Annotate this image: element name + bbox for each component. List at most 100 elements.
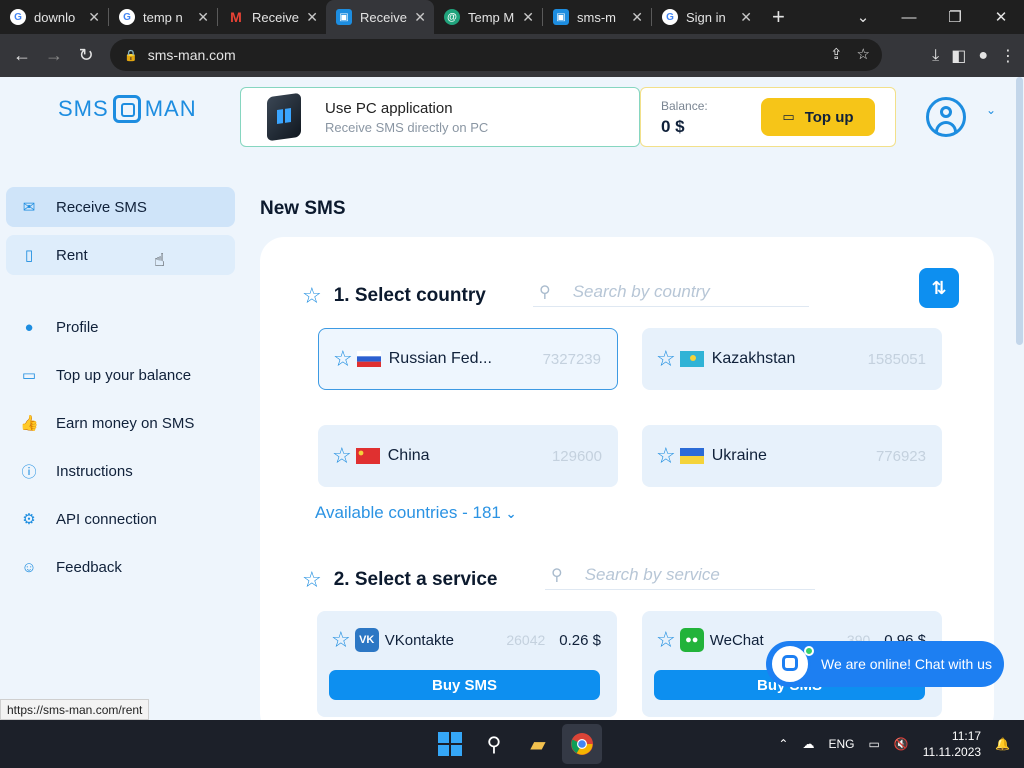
- country-card-russia[interactable]: ☆ Russian Fed... 7327239: [318, 328, 618, 390]
- windows-app-icon: [267, 92, 301, 142]
- russia-flag-icon: [356, 351, 381, 367]
- scrollbar-thumb[interactable]: [1016, 77, 1023, 345]
- search-icon: ⚲: [551, 566, 563, 584]
- volume-muted-icon[interactable]: 🔇: [894, 737, 909, 751]
- side-panel-icon[interactable]: ◧: [951, 46, 966, 66]
- sidebar-item-label: Earn money on SMS: [56, 414, 195, 432]
- notification-bell-icon[interactable]: 🔔: [995, 737, 1010, 751]
- profile-icon[interactable]: ●: [978, 47, 988, 65]
- sidebar-item-label: Rent: [56, 246, 88, 264]
- star-icon: ☆: [302, 283, 322, 308]
- clock[interactable]: 11:17 11.11.2023: [923, 728, 981, 760]
- page-scrollbar[interactable]: [1014, 77, 1024, 720]
- close-icon[interactable]: ✕: [522, 9, 534, 26]
- sidebar: SMS MAN ✉ Receive SMS ▯ Rent ● Profile ▭…: [0, 77, 240, 720]
- star-icon[interactable]: ☆: [656, 346, 676, 372]
- language-indicator[interactable]: ENG: [828, 737, 854, 751]
- close-icon[interactable]: ✕: [197, 9, 209, 26]
- close-window-icon[interactable]: ✕: [978, 8, 1024, 26]
- share-icon[interactable]: ⇪: [830, 45, 843, 63]
- browser-tab[interactable]: @ Temp M ✕: [434, 0, 542, 34]
- address-bar[interactable]: 🔒 sms-man.com ⇪ ☆: [110, 39, 882, 71]
- service-search-input[interactable]: ⚲ Search by service: [545, 560, 815, 590]
- mail-icon: ✉: [22, 199, 36, 216]
- close-icon[interactable]: ✕: [631, 9, 643, 26]
- network-icon[interactable]: ▭: [868, 737, 879, 751]
- kazakhstan-flag-icon: [679, 351, 704, 367]
- user-avatar-icon[interactable]: [926, 97, 966, 137]
- sidebar-item-rent[interactable]: ▯ Rent: [6, 235, 235, 275]
- windows-taskbar: ⚲ ▰ ⌃ ☁ ENG ▭ 🔇 11:17 11.11.2023 🔔: [0, 720, 1024, 768]
- restore-icon[interactable]: ❐: [932, 8, 978, 26]
- step-title: 2. Select a service: [333, 569, 498, 590]
- step-select-country: ☆ 1. Select country: [302, 283, 486, 309]
- download-icon[interactable]: ⤓: [932, 47, 939, 65]
- sidebar-item-feedback[interactable]: ☺ Feedback: [6, 543, 235, 591]
- page-title: New SMS: [260, 198, 346, 219]
- chevron-down-icon[interactable]: ⌄: [986, 103, 996, 117]
- sidebar-item-instructions[interactable]: ⓘ Instructions: [6, 447, 235, 495]
- browser-tab[interactable]: M Receive ✕: [218, 0, 326, 34]
- country-name: Russian Fed...: [388, 350, 492, 367]
- live-chat-button[interactable]: We are online! Chat with us: [766, 641, 1004, 687]
- gmail-icon: M: [230, 9, 242, 25]
- browser-tab[interactable]: G Sign in ✕: [652, 0, 760, 34]
- browser-tab[interactable]: G temp n ✕: [109, 0, 217, 34]
- tab-title: Receive: [252, 9, 299, 25]
- close-icon[interactable]: ✕: [740, 9, 752, 26]
- start-button[interactable]: [430, 724, 470, 764]
- buy-sms-button[interactable]: Buy SMS: [329, 670, 600, 700]
- person-icon: ●: [24, 318, 34, 336]
- tab-title: temp n: [143, 9, 183, 25]
- top-up-button[interactable]: ▭ Top up: [761, 98, 875, 136]
- country-card-kazakhstan[interactable]: ☆ Kazakhstan 1585051: [642, 328, 942, 390]
- lock-icon[interactable]: 🔒: [124, 49, 138, 62]
- country-card-china[interactable]: ☆ China 129600: [318, 425, 618, 487]
- phone-icon: ▯: [24, 247, 34, 264]
- country-card-ukraine[interactable]: ☆ Ukraine 776923: [642, 425, 942, 487]
- tab-search-icon[interactable]: ⌄: [840, 8, 886, 26]
- browser-tab[interactable]: ▣ sms-m ✕: [543, 0, 651, 34]
- close-icon[interactable]: ✕: [414, 9, 426, 26]
- available-countries-link[interactable]: Available countries - 181 ⌄: [315, 503, 517, 523]
- browser-toolbar: ← → ↻ 🔒 sms-man.com ⇪ ☆ ⤓ ◧ ● ⋮: [0, 34, 1024, 77]
- new-tab-icon[interactable]: +: [772, 4, 785, 30]
- sms-man-logo[interactable]: SMS MAN: [58, 95, 197, 123]
- close-icon[interactable]: ✕: [88, 9, 100, 26]
- menu-icon[interactable]: ⋮: [1000, 46, 1016, 66]
- sidebar-nav: ✉ Receive SMS ▯ Rent ● Profile ▭ Top up …: [6, 187, 235, 591]
- banner-title: Use PC application: [325, 99, 453, 117]
- star-icon[interactable]: ☆: [333, 346, 353, 372]
- sidebar-item-profile[interactable]: ● Profile: [6, 303, 235, 351]
- browser-tab-active[interactable]: ▣ Receive ✕: [326, 0, 434, 34]
- bookmark-star-icon[interactable]: ☆: [857, 45, 870, 63]
- wallet-icon: ▭: [782, 109, 795, 124]
- sort-button[interactable]: ⇅: [919, 268, 959, 308]
- clock-date: 11.11.2023: [922, 745, 982, 759]
- file-explorer-icon[interactable]: ▰: [518, 724, 558, 764]
- country-search-input[interactable]: ⚲ Search by country: [533, 277, 809, 307]
- sidebar-item-receive-sms[interactable]: ✉ Receive SMS: [6, 187, 235, 227]
- back-icon[interactable]: ←: [6, 45, 38, 66]
- star-icon[interactable]: ☆: [331, 627, 351, 653]
- minimize-icon[interactable]: —: [886, 9, 932, 26]
- browser-tab[interactable]: G downlo ✕: [0, 0, 108, 34]
- banner-subtitle: Receive SMS directly on PC: [325, 119, 489, 135]
- reload-icon[interactable]: ↻: [70, 45, 102, 66]
- star-icon[interactable]: ☆: [656, 443, 676, 469]
- pc-app-banner[interactable]: Use PC application Receive SMS directly …: [240, 87, 640, 147]
- google-icon: G: [10, 9, 26, 25]
- sidebar-item-top-up[interactable]: ▭ Top up your balance: [6, 351, 235, 399]
- country-count: 7327239: [542, 350, 601, 368]
- sidebar-item-api[interactable]: ⚙ API connection: [6, 495, 235, 543]
- tab-title: Receive: [360, 9, 407, 25]
- sidebar-item-earn-money[interactable]: 👍 Earn money on SMS: [6, 399, 235, 447]
- search-icon[interactable]: ⚲: [474, 724, 514, 764]
- star-icon[interactable]: ☆: [332, 443, 352, 469]
- chevron-up-icon[interactable]: ⌃: [778, 737, 788, 751]
- forward-icon[interactable]: →: [38, 45, 70, 66]
- chrome-icon[interactable]: [562, 724, 602, 764]
- star-icon[interactable]: ☆: [656, 627, 676, 653]
- cloud-offline-icon[interactable]: ☁: [802, 737, 814, 751]
- close-icon[interactable]: ✕: [306, 9, 318, 26]
